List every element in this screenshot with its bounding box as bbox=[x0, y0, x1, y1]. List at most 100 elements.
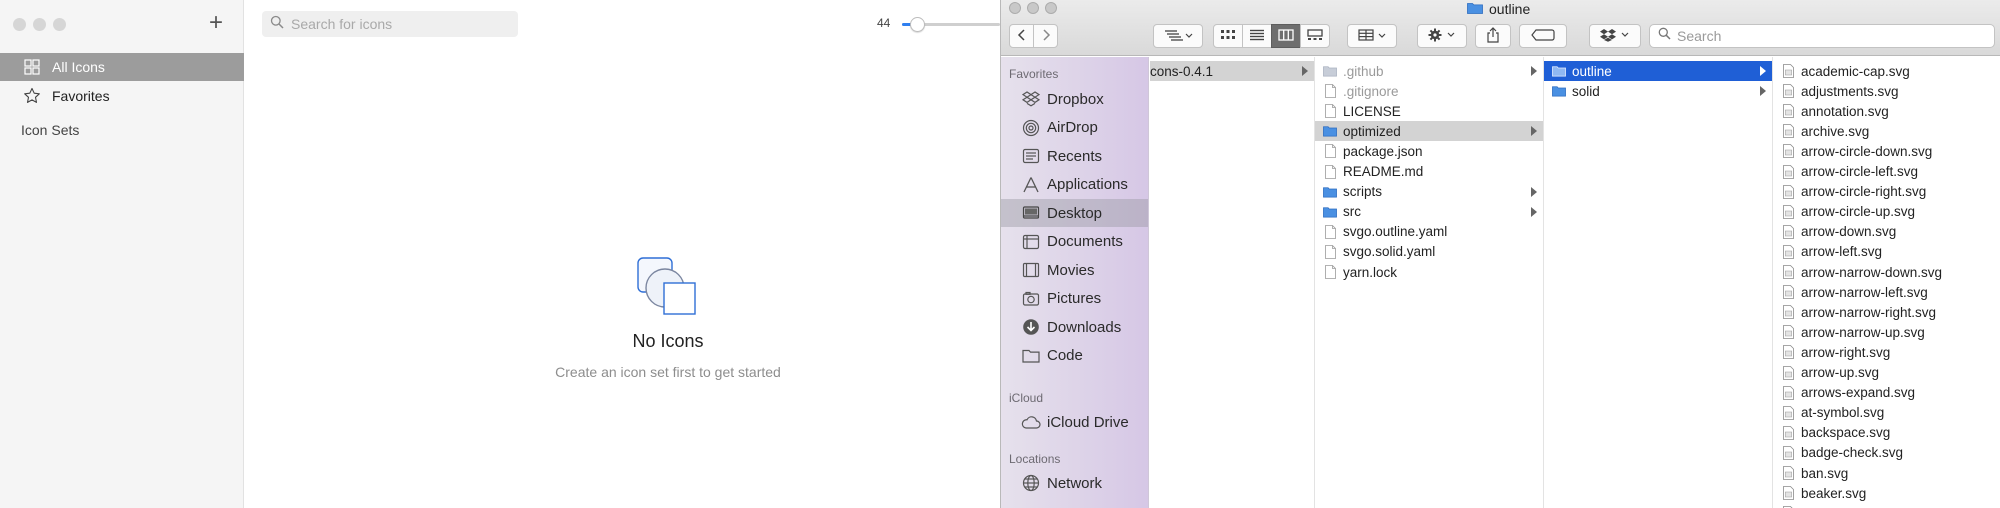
empty-icons-illustration bbox=[635, 255, 701, 317]
file-icon bbox=[1323, 265, 1337, 279]
empty-state-title: No Icons bbox=[632, 331, 704, 351]
zoom-window-button[interactable] bbox=[1045, 2, 1057, 14]
sidebar-item-code[interactable]: Code bbox=[1001, 342, 1148, 370]
file-item[interactable]: ban.svg bbox=[1773, 463, 2000, 483]
icon-size-value: 44 bbox=[877, 16, 891, 30]
file-item[interactable]: arrow-down.svg bbox=[1773, 222, 2000, 242]
icon-size-slider[interactable] bbox=[902, 13, 1000, 35]
close-window-button[interactable] bbox=[13, 18, 26, 31]
file-item[interactable]: arrow-right.svg bbox=[1773, 342, 2000, 362]
file-item[interactable]: beaker.svg bbox=[1773, 483, 2000, 503]
slider-knob[interactable] bbox=[909, 17, 925, 32]
gallery-view-button[interactable] bbox=[1300, 24, 1330, 48]
item-label: badge-check.svg bbox=[1801, 445, 1904, 461]
icon-search-field[interactable] bbox=[262, 11, 518, 37]
add-icon-set-button[interactable]: + bbox=[205, 10, 227, 36]
screen: + All Icons Favorites Icon Sets 44 bbox=[0, 0, 2000, 508]
file-item[interactable]: annotation.svg bbox=[1773, 101, 2000, 121]
file-icon bbox=[1781, 104, 1795, 119]
sidebar-item-downloads[interactable]: Downloads bbox=[1001, 313, 1148, 341]
column-view-button[interactable] bbox=[1271, 24, 1301, 48]
folder-item[interactable]: outline bbox=[1544, 61, 1772, 81]
file-item[interactable]: academic-cap.svg bbox=[1773, 61, 2000, 81]
sidebar-item-airdrop[interactable]: AirDrop bbox=[1001, 114, 1148, 142]
file-item[interactable]: arrows-expand.svg bbox=[1773, 383, 2000, 403]
folder-item[interactable]: solid bbox=[1544, 81, 1772, 101]
finder-sidebar: Favorites Dropbox AirDrop Recents Applicati… bbox=[1001, 57, 1149, 508]
item-label: src bbox=[1343, 204, 1361, 220]
arrange-button[interactable] bbox=[1153, 24, 1203, 48]
file-item[interactable]: arrow-left.svg bbox=[1773, 242, 2000, 262]
item-label: arrow-left.svg bbox=[1801, 244, 1883, 260]
file-item[interactable]: arrow-circle-down.svg bbox=[1773, 141, 2000, 161]
sidebar-item-desktop[interactable]: Desktop bbox=[1001, 199, 1148, 227]
list-view-button[interactable] bbox=[1242, 24, 1272, 48]
item-label: outline bbox=[1572, 63, 1612, 79]
item-label: arrow-narrow-down.svg bbox=[1801, 264, 1943, 280]
dropbox-icon bbox=[1599, 28, 1631, 45]
search-input[interactable] bbox=[291, 16, 501, 32]
close-window-button[interactable] bbox=[1009, 2, 1021, 14]
file-icon bbox=[1781, 425, 1795, 440]
sidebar-item-movies[interactable]: Movies bbox=[1001, 256, 1148, 284]
item-label: LICENSE bbox=[1343, 103, 1401, 119]
search-input[interactable] bbox=[1677, 28, 1977, 44]
file-item[interactable]: README.md bbox=[1315, 162, 1543, 182]
file-item[interactable]: badge-check.svg bbox=[1773, 443, 2000, 463]
file-item[interactable]: svgo.solid.yaml bbox=[1315, 242, 1543, 262]
file-item[interactable]: package.json bbox=[1315, 141, 1543, 161]
share-button[interactable] bbox=[1475, 24, 1511, 48]
item-label: at-symbol.svg bbox=[1801, 405, 1885, 421]
item-label: arrow-narrow-left.svg bbox=[1801, 284, 1928, 300]
sidebar-item-pictures[interactable]: Pictures bbox=[1001, 285, 1148, 313]
file-item[interactable]: svgo.outline.yaml bbox=[1315, 222, 1543, 242]
sidebar-item-all-icons[interactable]: All Icons bbox=[0, 53, 244, 81]
file-item[interactable]: backspace.svg bbox=[1773, 423, 2000, 443]
sidebar-item-network[interactable]: Network bbox=[1001, 469, 1148, 497]
file-item[interactable]: arrow-circle-right.svg bbox=[1773, 182, 2000, 202]
file-item[interactable]: LICENSE bbox=[1315, 101, 1543, 121]
file-item[interactable]: bell.svg bbox=[1773, 503, 2000, 508]
folder-item[interactable]: cons-0.4.1 bbox=[1150, 61, 1314, 81]
folder-item[interactable]: scripts bbox=[1315, 182, 1543, 202]
item-label: ban.svg bbox=[1801, 465, 1849, 481]
sidebar-item-documents[interactable]: Documents bbox=[1001, 228, 1148, 256]
sidebar-item-recents[interactable]: Recents bbox=[1001, 142, 1148, 170]
file-item[interactable]: arrow-up.svg bbox=[1773, 363, 2000, 383]
file-item[interactable]: arrow-narrow-right.svg bbox=[1773, 302, 2000, 322]
folder-item[interactable]: .github bbox=[1315, 61, 1543, 81]
file-item[interactable]: adjustments.svg bbox=[1773, 81, 2000, 101]
sidebar-item-icloud-drive[interactable]: iCloud Drive bbox=[1001, 408, 1148, 436]
sidebar-item-label: Pictures bbox=[1047, 290, 1102, 307]
icon-view-button[interactable] bbox=[1213, 24, 1243, 48]
folder-item[interactable]: src bbox=[1315, 202, 1543, 222]
folder-item[interactable]: optimized bbox=[1315, 121, 1543, 142]
action-button[interactable] bbox=[1417, 24, 1467, 48]
file-item[interactable]: arrow-narrow-down.svg bbox=[1773, 262, 2000, 282]
sidebar-item-dropbox[interactable]: Dropbox bbox=[1001, 85, 1148, 113]
back-button[interactable] bbox=[1009, 24, 1034, 48]
group-button[interactable] bbox=[1347, 24, 1397, 48]
folder-icon bbox=[1323, 124, 1337, 138]
forward-button[interactable] bbox=[1033, 24, 1058, 48]
sidebar-item-applications[interactable]: Applications bbox=[1001, 171, 1148, 199]
file-item[interactable]: yarn.lock bbox=[1315, 262, 1543, 282]
item-label: backspace.svg bbox=[1801, 425, 1891, 441]
minimize-window-button[interactable] bbox=[1027, 2, 1039, 14]
file-item[interactable]: at-symbol.svg bbox=[1773, 403, 2000, 423]
finder-search-field[interactable] bbox=[1649, 24, 1995, 48]
file-item[interactable]: arrow-narrow-left.svg bbox=[1773, 282, 2000, 302]
file-item[interactable]: arrow-circle-left.svg bbox=[1773, 162, 2000, 182]
sidebar-item-favorites[interactable]: Favorites bbox=[0, 82, 244, 110]
empty-state-subtitle: Create an icon set first to get started bbox=[555, 364, 781, 380]
file-item[interactable]: arrow-circle-up.svg bbox=[1773, 202, 2000, 222]
dropbox-menu-button[interactable] bbox=[1589, 24, 1641, 48]
zoom-window-button[interactable] bbox=[53, 18, 66, 31]
sidebar-item-label: Favorites bbox=[52, 88, 110, 104]
file-item[interactable]: .gitignore bbox=[1315, 81, 1543, 101]
file-item[interactable]: arrow-narrow-up.svg bbox=[1773, 322, 2000, 342]
edit-tags-button[interactable] bbox=[1519, 24, 1567, 48]
minimize-window-button[interactable] bbox=[33, 18, 46, 31]
file-item[interactable]: archive.svg bbox=[1773, 121, 2000, 141]
chevron-right-icon bbox=[1041, 28, 1051, 45]
